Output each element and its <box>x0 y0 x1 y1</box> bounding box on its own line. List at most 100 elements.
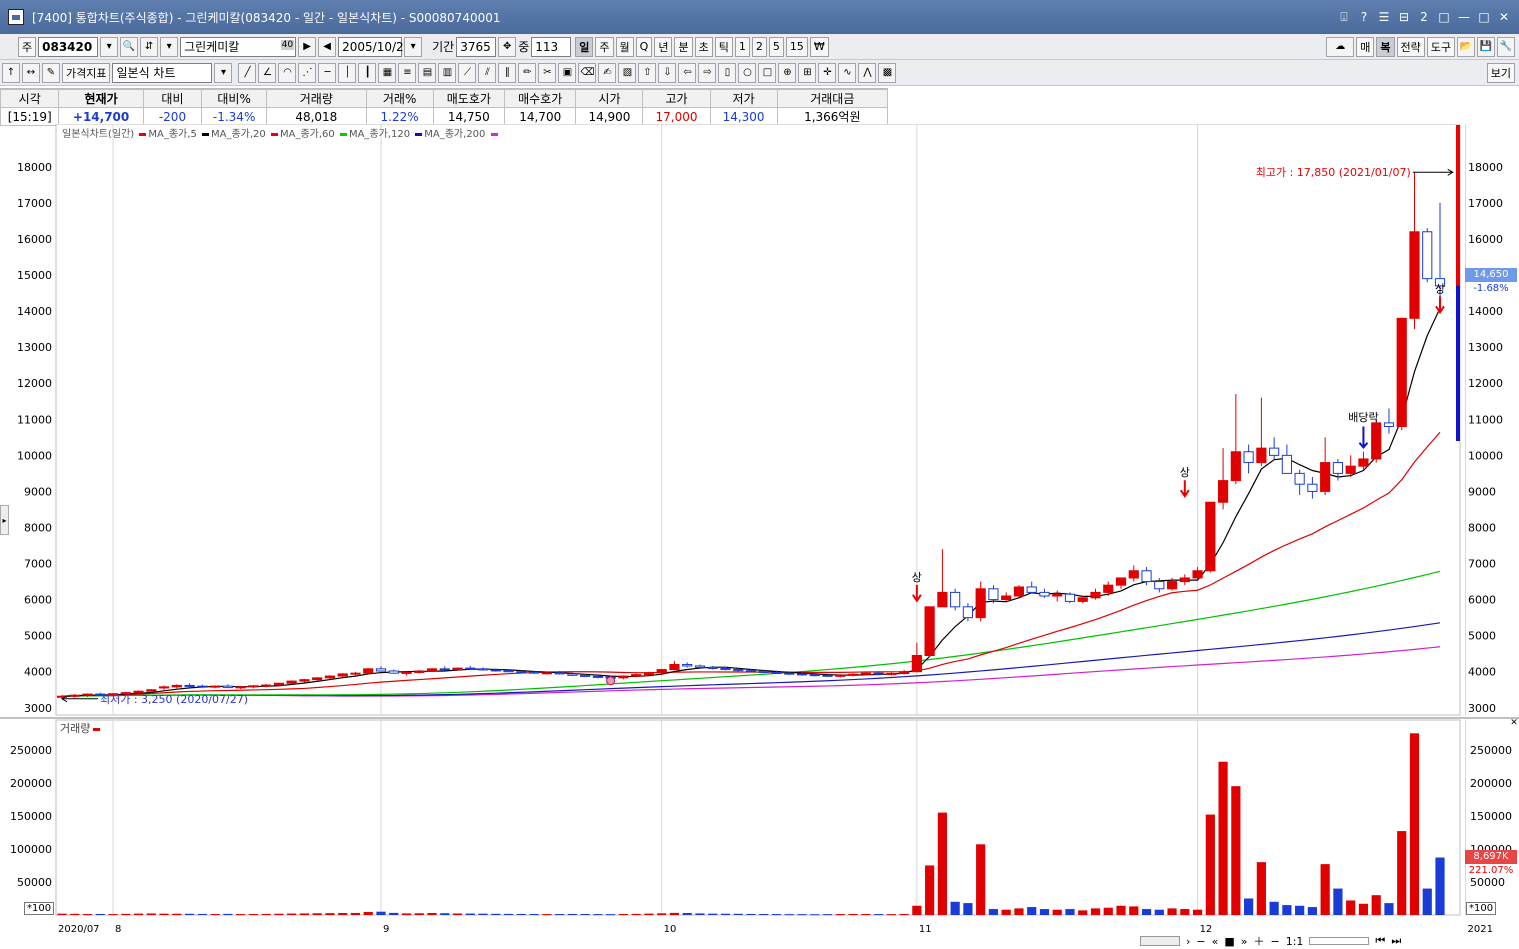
vline-tool-icon[interactable]: │ <box>338 62 357 83</box>
note-tool-icon[interactable]: ✍ <box>598 62 617 83</box>
zoom-select-icon[interactable]: ⊞ <box>798 62 817 83</box>
arrow-right-tool-icon[interactable]: ⇨ <box>698 62 717 83</box>
scroll-right-icon[interactable]: › <box>1186 935 1190 948</box>
rewind-icon[interactable]: « <box>1212 935 1219 948</box>
circle-tool-icon[interactable]: ○ <box>738 62 757 83</box>
pin-icon[interactable]: ⍗ <box>1335 8 1353 26</box>
open-icon[interactable]: 📂 <box>1457 36 1475 57</box>
next-icon[interactable]: ▶ <box>298 36 317 57</box>
grid-tool-icon[interactable]: ▦ <box>378 62 397 83</box>
price-index-button[interactable]: 가격지표 <box>62 62 111 83</box>
forward-icon[interactable]: » <box>1241 935 1248 948</box>
chart-type-dropdown-icon[interactable]: ▾ <box>214 62 233 83</box>
restore-icon[interactable]: □ <box>1435 8 1453 26</box>
left-panel-toggle[interactable]: ▸ <box>0 505 9 535</box>
minimize-icon[interactable]: — <box>1455 8 1473 26</box>
stop-icon[interactable]: ■ <box>1224 935 1234 948</box>
menu-icon[interactable]: ☰ <box>1375 8 1393 26</box>
dropdown-icon[interactable]: ▾ <box>100 36 119 57</box>
multi-button[interactable]: 복 <box>1376 36 1395 57</box>
hline-tool-icon[interactable]: ─ <box>318 62 337 83</box>
cloud-icon[interactable]: ☁ <box>1326 36 1355 57</box>
hlines-tool-icon[interactable]: ≡ <box>398 62 417 83</box>
last-icon[interactable]: ⏭ <box>1391 934 1401 948</box>
minus-icon[interactable]: − <box>1196 935 1205 948</box>
arrow-down-tool-icon[interactable]: ⇩ <box>658 62 677 83</box>
vlines-tool-icon[interactable]: ┃ <box>358 62 377 83</box>
interval-5[interactable]: 5 <box>768 36 784 57</box>
code-input[interactable]: 083420 <box>38 36 99 57</box>
rect-tool-icon[interactable]: □ <box>758 62 777 83</box>
interval-tick[interactable]: 틱 <box>714 36 733 57</box>
close-pane-icon[interactable]: ✕ <box>1509 718 1519 728</box>
expand-icon[interactable]: ↔ <box>22 62 40 83</box>
strategy-button[interactable]: 전략 <box>1396 36 1425 57</box>
interval-year[interactable]: 년 <box>654 36 673 57</box>
bars-tool-icon[interactable]: ▥ <box>438 62 457 83</box>
stock-chart[interactable]: 2020/07 8 9 10 11 12 2021 3000 3000 4000 4000 5000 5… <box>0 124 1519 934</box>
horizontal-scrollbar[interactable] <box>1140 936 1180 946</box>
line-tool-icon[interactable]: ╱ <box>238 62 257 83</box>
date-dropdown-icon[interactable]: ▾ <box>404 36 423 57</box>
first-icon[interactable]: ⏮ <box>1375 934 1385 948</box>
interval-second[interactable]: 초 <box>694 36 713 57</box>
volume-bar <box>771 914 782 916</box>
fan-tool-icon[interactable]: ⋰ <box>298 62 317 83</box>
dropdown-icon[interactable]: ▾ <box>160 36 179 57</box>
parallel-tool-icon[interactable]: ∥ <box>498 62 517 83</box>
market-type-button[interactable]: 주 <box>18 36 37 57</box>
table-tool-icon[interactable]: ▤ <box>418 62 437 83</box>
interval-minute[interactable]: 분 <box>674 36 693 57</box>
crosshair-tool-icon[interactable]: ✛ <box>818 62 837 83</box>
zoom-tool-icon[interactable]: ⊕ <box>778 62 797 83</box>
interval-month[interactable]: 월 <box>615 36 634 57</box>
channel-tool-icon[interactable]: ⫽ <box>478 62 497 83</box>
interval-2[interactable]: 2 <box>751 36 767 57</box>
interval-quarter[interactable]: Q <box>635 36 653 57</box>
chart-type-select[interactable]: 일본식 차트 <box>112 62 213 83</box>
arc-tool-icon[interactable]: ◠ <box>278 62 297 83</box>
wrench-icon[interactable]: 🔧 <box>1497 36 1515 57</box>
up-arrow-icon[interactable]: ↑ <box>2 62 20 83</box>
interval-week[interactable]: 주 <box>595 36 614 57</box>
palette-tool-icon[interactable]: ▩ <box>878 62 897 83</box>
search-icon[interactable]: 🔍 <box>120 36 139 57</box>
image-tool-icon[interactable]: ▧ <box>618 62 637 83</box>
trend-tool-icon[interactable]: ⟋ <box>458 62 477 83</box>
screen-number[interactable]: 2 <box>1415 8 1433 26</box>
count-input[interactable]: 113 <box>531 36 572 57</box>
currency-button[interactable]: ₩ <box>809 36 829 57</box>
prev-icon[interactable]: ◀ <box>318 36 337 57</box>
maximize-icon[interactable]: □ <box>1475 8 1493 26</box>
interval-15[interactable]: 15 <box>785 36 808 57</box>
zigzag-tool-icon[interactable]: ⋀ <box>858 62 877 83</box>
pencil-tool-icon[interactable]: ✏ <box>518 62 537 83</box>
wave-tool-icon[interactable]: ∿ <box>838 62 857 83</box>
stock-name-field[interactable]: 그린케미칼 40 <box>180 36 297 57</box>
cross-tool-icon[interactable]: ✂ <box>538 62 557 83</box>
zoom-slider[interactable] <box>1309 937 1370 945</box>
close-icon[interactable]: ✕ <box>1495 8 1513 26</box>
period-input[interactable]: 3765 <box>456 36 497 57</box>
zoom-in-icon[interactable]: ＋ <box>1254 933 1265 949</box>
color-tool-icon[interactable]: ▣ <box>558 62 577 83</box>
date-input[interactable]: 2005/10/20 <box>338 36 411 57</box>
sort-icon[interactable]: ⇵ <box>140 36 159 57</box>
edit-icon[interactable]: ✎ <box>42 62 60 83</box>
doc-tool-icon[interactable]: ▯ <box>718 62 737 83</box>
eraser-tool-icon[interactable]: ⌫ <box>578 62 597 83</box>
arrow-up-tool-icon[interactable]: ⇧ <box>638 62 657 83</box>
tools-button[interactable]: 도구 <box>1426 36 1455 57</box>
zoom-out-icon[interactable]: − <box>1271 935 1280 948</box>
interval-day[interactable]: 일 <box>575 36 594 57</box>
link-icon[interactable]: ⊟ <box>1395 8 1413 26</box>
zoom-ratio[interactable]: 1:1 <box>1286 935 1304 948</box>
angle-tool-icon[interactable]: ∠ <box>258 62 277 83</box>
save-icon[interactable]: 💾 <box>1477 36 1495 57</box>
view-button[interactable]: 보기 <box>1486 62 1515 83</box>
order-button[interactable]: 매 <box>1356 36 1375 57</box>
help-icon[interactable]: ? <box>1355 8 1373 26</box>
move-icon[interactable]: ✥ <box>498 36 517 57</box>
arrow-left-tool-icon[interactable]: ⇦ <box>678 62 697 83</box>
interval-1[interactable]: 1 <box>734 36 750 57</box>
